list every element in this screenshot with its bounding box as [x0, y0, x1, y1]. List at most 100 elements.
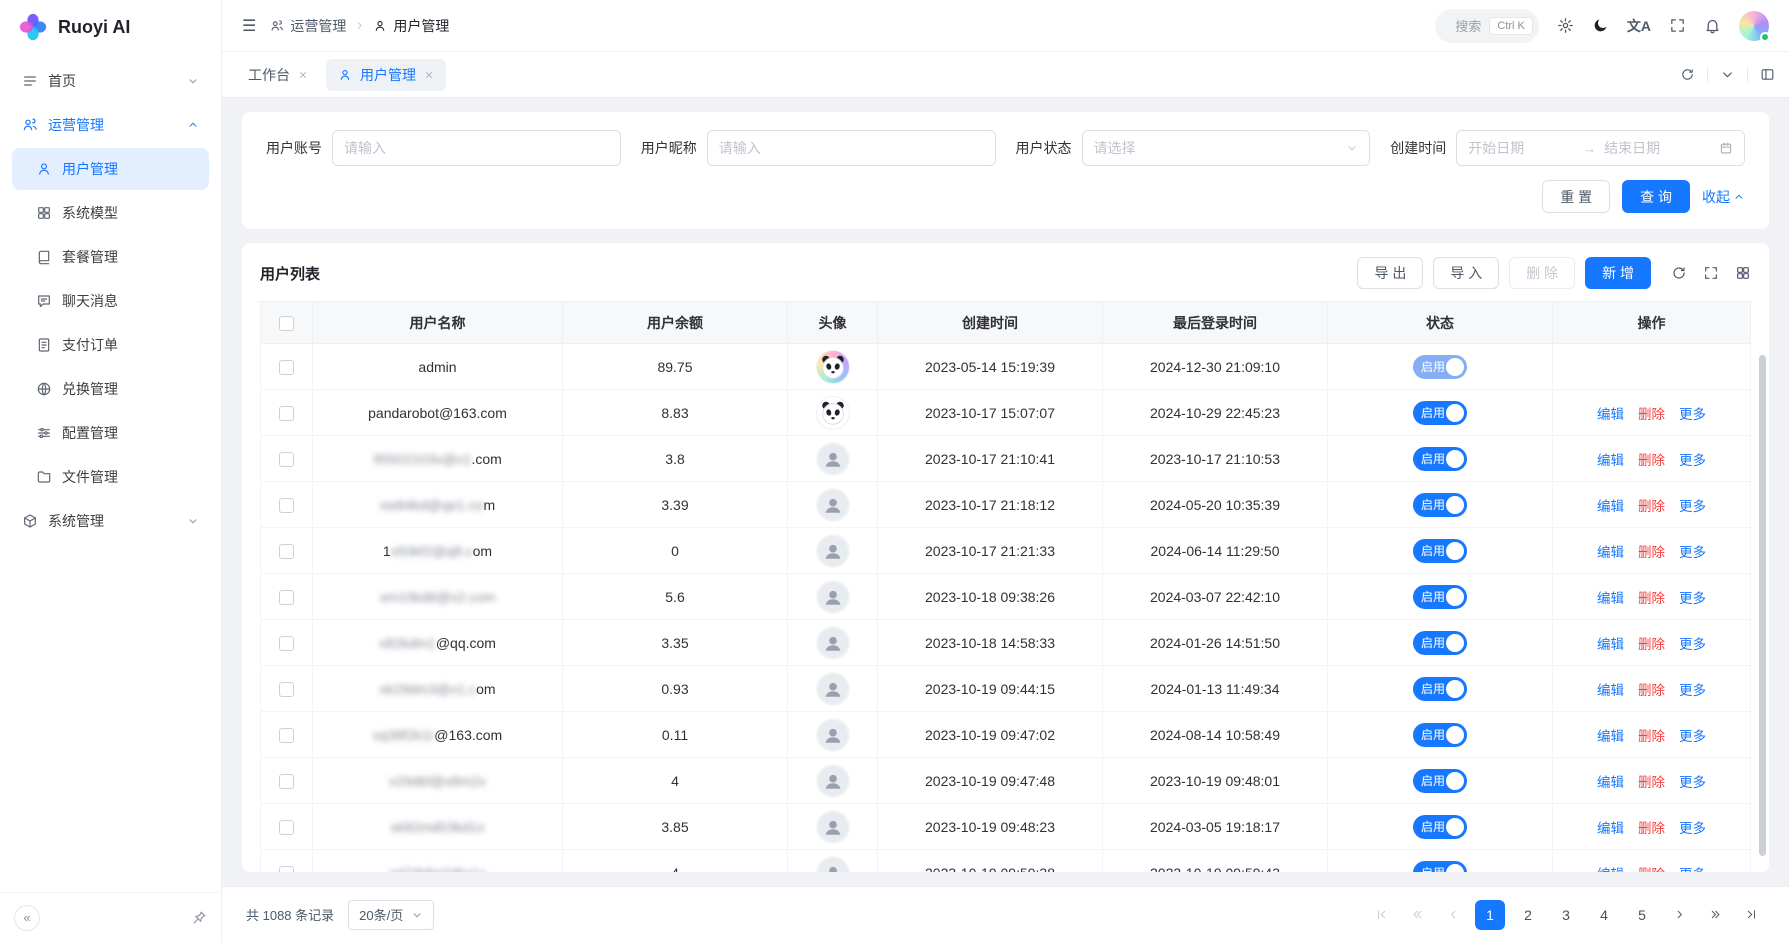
status-toggle[interactable]: 启用 — [1413, 769, 1467, 793]
delete-link[interactable]: 删除 — [1638, 407, 1665, 422]
sidebar-item-package-management[interactable]: 套餐管理 — [12, 236, 209, 278]
page-button-1[interactable]: 1 — [1475, 900, 1505, 930]
refresh-table-icon[interactable] — [1671, 265, 1687, 281]
more-link[interactable]: 更多 — [1679, 867, 1706, 873]
delete-link[interactable]: 删除 — [1638, 867, 1665, 873]
export-button[interactable]: 导 出 — [1357, 257, 1423, 289]
edit-link[interactable]: 编辑 — [1597, 637, 1624, 652]
vertical-scrollbar[interactable] — [1759, 355, 1766, 856]
start-date-input[interactable] — [1468, 140, 1575, 156]
settings-gear-icon[interactable] — [1557, 17, 1574, 34]
fast-forward-button[interactable] — [1701, 901, 1729, 929]
page-button-5[interactable]: 5 — [1627, 900, 1657, 930]
reset-button[interactable]: 重 置 — [1542, 180, 1610, 213]
delete-link[interactable]: 删除 — [1638, 591, 1665, 606]
edit-link[interactable]: 编辑 — [1597, 407, 1624, 422]
chevron-down-icon[interactable] — [1720, 67, 1735, 82]
row-checkbox[interactable] — [279, 590, 294, 605]
refresh-tab-icon[interactable] — [1680, 67, 1695, 82]
sidebar-item-file-management[interactable]: 文件管理 — [12, 456, 209, 498]
breadcrumb-item-user-management[interactable]: 用户管理 — [373, 16, 449, 36]
status-toggle[interactable]: 启用 — [1413, 815, 1467, 839]
status-toggle[interactable]: 启用 — [1413, 677, 1467, 701]
more-link[interactable]: 更多 — [1679, 821, 1706, 836]
delete-link[interactable]: 删除 — [1638, 453, 1665, 468]
collapse-filter-link[interactable]: 收起 — [1702, 187, 1745, 207]
pin-icon[interactable] — [192, 910, 207, 925]
row-checkbox[interactable] — [279, 682, 294, 697]
next-page-button[interactable] — [1665, 901, 1693, 929]
prev-page-button[interactable] — [1439, 901, 1467, 929]
fast-backward-button[interactable] — [1403, 901, 1431, 929]
status-toggle[interactable]: 启用 — [1413, 447, 1467, 471]
sidebar-item-payment-orders[interactable]: 支付订单 — [12, 324, 209, 366]
edit-link[interactable]: 编辑 — [1597, 545, 1624, 560]
close-icon[interactable] — [424, 70, 434, 80]
page-button-2[interactable]: 2 — [1513, 900, 1543, 930]
layout-panel-icon[interactable] — [1760, 67, 1775, 82]
table-fullscreen-icon[interactable] — [1703, 265, 1719, 281]
page-button-3[interactable]: 3 — [1551, 900, 1581, 930]
delete-link[interactable]: 删除 — [1638, 821, 1665, 836]
delete-link[interactable]: 删除 — [1638, 775, 1665, 790]
status-toggle[interactable]: 启用 — [1413, 723, 1467, 747]
last-page-button[interactable] — [1737, 901, 1765, 929]
edit-link[interactable]: 编辑 — [1597, 453, 1624, 468]
notifications-bell-icon[interactable] — [1704, 17, 1721, 34]
more-link[interactable]: 更多 — [1679, 637, 1706, 652]
edit-link[interactable]: 编辑 — [1597, 821, 1624, 836]
more-link[interactable]: 更多 — [1679, 499, 1706, 514]
row-checkbox[interactable] — [279, 774, 294, 789]
column-settings-icon[interactable] — [1735, 265, 1751, 281]
account-input[interactable] — [332, 130, 621, 166]
page-button-4[interactable]: 4 — [1589, 900, 1619, 930]
delete-link[interactable]: 删除 — [1638, 637, 1665, 652]
row-checkbox[interactable] — [279, 544, 294, 559]
row-checkbox[interactable] — [279, 866, 294, 872]
delete-link[interactable]: 删除 — [1638, 729, 1665, 744]
close-icon[interactable] — [298, 70, 308, 80]
select-all-checkbox[interactable] — [279, 316, 294, 331]
sidebar-item-user-management[interactable]: 用户管理 — [12, 148, 209, 190]
status-select[interactable]: 请选择 — [1082, 130, 1371, 166]
more-link[interactable]: 更多 — [1679, 683, 1706, 698]
row-checkbox[interactable] — [279, 452, 294, 467]
sidebar-item-system-management[interactable]: 系统管理 — [12, 500, 209, 542]
translate-icon[interactable]: 文A — [1627, 16, 1651, 36]
sidebar-item-config-management[interactable]: 配置管理 — [12, 412, 209, 454]
status-toggle[interactable]: 启用 — [1413, 861, 1467, 873]
import-button[interactable]: 导 入 — [1433, 257, 1499, 289]
sidebar-item-home[interactable]: 首页 — [12, 60, 209, 102]
more-link[interactable]: 更多 — [1679, 591, 1706, 606]
row-checkbox[interactable] — [279, 728, 294, 743]
fullscreen-icon[interactable] — [1669, 17, 1686, 34]
user-avatar-menu[interactable] — [1739, 11, 1769, 41]
status-toggle[interactable]: 启用 — [1413, 355, 1467, 379]
row-checkbox[interactable] — [279, 498, 294, 513]
status-toggle[interactable]: 启用 — [1413, 401, 1467, 425]
first-page-button[interactable] — [1367, 901, 1395, 929]
status-toggle[interactable]: 启用 — [1413, 585, 1467, 609]
sidebar-item-operations[interactable]: 运营管理 — [12, 104, 209, 146]
row-checkbox[interactable] — [279, 820, 294, 835]
row-checkbox[interactable] — [279, 636, 294, 651]
more-link[interactable]: 更多 — [1679, 729, 1706, 744]
delete-link[interactable]: 删除 — [1638, 683, 1665, 698]
tab-user-management[interactable]: 用户管理 — [326, 59, 446, 91]
end-date-input[interactable] — [1604, 140, 1711, 156]
menu-toggle-button[interactable]: ☰ — [242, 16, 256, 36]
sidebar-item-system-models[interactable]: 系统模型 — [12, 192, 209, 234]
nickname-input[interactable] — [707, 130, 996, 166]
status-toggle[interactable]: 启用 — [1413, 539, 1467, 563]
edit-link[interactable]: 编辑 — [1597, 683, 1624, 698]
more-link[interactable]: 更多 — [1679, 453, 1706, 468]
search-button[interactable]: 查 询 — [1622, 180, 1690, 213]
add-button[interactable]: 新 增 — [1585, 257, 1651, 289]
global-search[interactable]: 搜索 Ctrl K — [1435, 9, 1539, 43]
delete-link[interactable]: 删除 — [1638, 545, 1665, 560]
status-toggle[interactable]: 启用 — [1413, 493, 1467, 517]
more-link[interactable]: 更多 — [1679, 545, 1706, 560]
more-link[interactable]: 更多 — [1679, 775, 1706, 790]
page-size-select[interactable]: 20条/页 — [348, 900, 434, 930]
delete-link[interactable]: 删除 — [1638, 499, 1665, 514]
